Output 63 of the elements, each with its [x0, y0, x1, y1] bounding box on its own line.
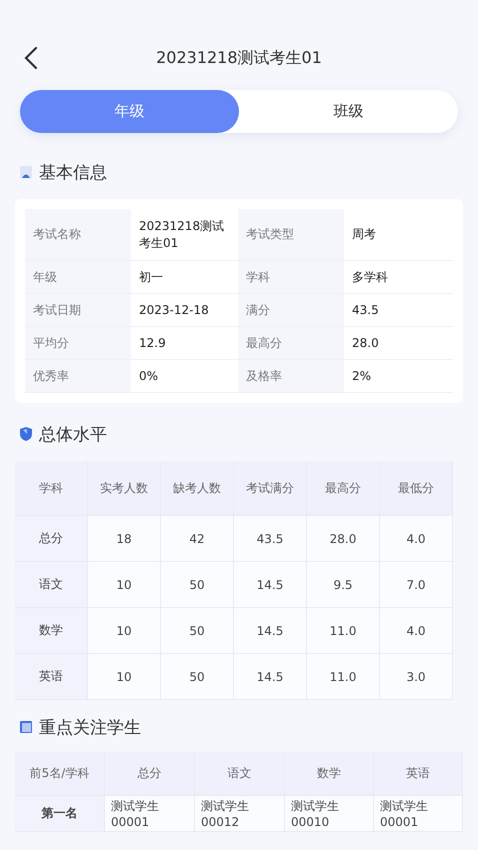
field-label: 考试类型 — [238, 209, 344, 261]
section-title: 基本信息 — [39, 162, 107, 184]
table-cell: 4.0 — [380, 608, 453, 654]
table-cell: 50 — [161, 562, 234, 608]
row-header: 英语 — [15, 654, 88, 700]
shield-icon — [19, 426, 33, 442]
tab[interactable]: 班级 — [239, 90, 458, 133]
row-header: 语文 — [15, 562, 88, 608]
table-cell: 测试学生00001 — [374, 796, 463, 832]
table-cell: 10 — [88, 562, 161, 608]
table-cell: 11.0 — [307, 654, 380, 700]
square-icon — [19, 720, 33, 734]
table-cell: 50 — [161, 654, 234, 700]
row-header: 数学 — [15, 608, 88, 654]
column-header: 最低分 — [380, 461, 453, 516]
column-header: 语文 — [195, 752, 285, 796]
table-cell: 14.5 — [234, 608, 307, 654]
table-cell: 28.0 — [307, 516, 380, 562]
section-title: 重点关注学生 — [39, 716, 141, 738]
table-cell: 18 — [88, 516, 161, 562]
table-cell: 42 — [161, 516, 234, 562]
table-cell: 14.5 — [234, 654, 307, 700]
row-header: 第一名 — [15, 796, 105, 832]
row-header: 总分 — [15, 516, 88, 562]
field-label: 满分 — [238, 294, 344, 327]
column-header: 实考人数 — [88, 461, 161, 516]
field-label: 考试名称 — [25, 209, 131, 261]
field-value: 周考 — [344, 209, 453, 261]
table-cell: 测试学生00010 — [285, 796, 374, 832]
field-value: 2% — [344, 360, 453, 393]
field-value: 28.0 — [344, 327, 453, 360]
table-cell: 43.5 — [234, 516, 307, 562]
field-label: 及格率 — [238, 360, 344, 393]
column-header: 学科 — [15, 461, 88, 516]
field-label: 最高分 — [238, 327, 344, 360]
field-value: 多学科 — [344, 261, 453, 294]
column-header: 数学 — [285, 752, 374, 796]
table-cell: 3.0 — [380, 654, 453, 700]
field-label: 优秀率 — [25, 360, 131, 393]
table-cell: 10 — [88, 654, 161, 700]
field-label: 平均分 — [25, 327, 131, 360]
column-header: 考试满分 — [234, 461, 307, 516]
table-cell: 9.5 — [307, 562, 380, 608]
column-header: 总分 — [105, 752, 195, 796]
table-cell: 测试学生00012 — [195, 796, 285, 832]
column-header: 英语 — [374, 752, 463, 796]
column-header: 缺考人数 — [161, 461, 234, 516]
section-title: 总体水平 — [39, 424, 107, 446]
field-label: 年级 — [25, 261, 131, 294]
table-cell: 10 — [88, 608, 161, 654]
table-cell: 50 — [161, 608, 234, 654]
field-label: 考试日期 — [25, 294, 131, 327]
table-cell: 4.0 — [380, 516, 453, 562]
table-cell: 测试学生00001 — [105, 796, 195, 832]
page-title: 20231218测试考生01 — [156, 48, 322, 68]
field-label: 学科 — [238, 261, 344, 294]
table-cell: 14.5 — [234, 562, 307, 608]
table-cell: 11.0 — [307, 608, 380, 654]
column-header: 前5名/学科 — [15, 752, 105, 796]
column-header: 最高分 — [307, 461, 380, 516]
picture-frame-icon — [19, 165, 33, 179]
table-cell: 7.0 — [380, 562, 453, 608]
field-value: 43.5 — [344, 294, 453, 327]
